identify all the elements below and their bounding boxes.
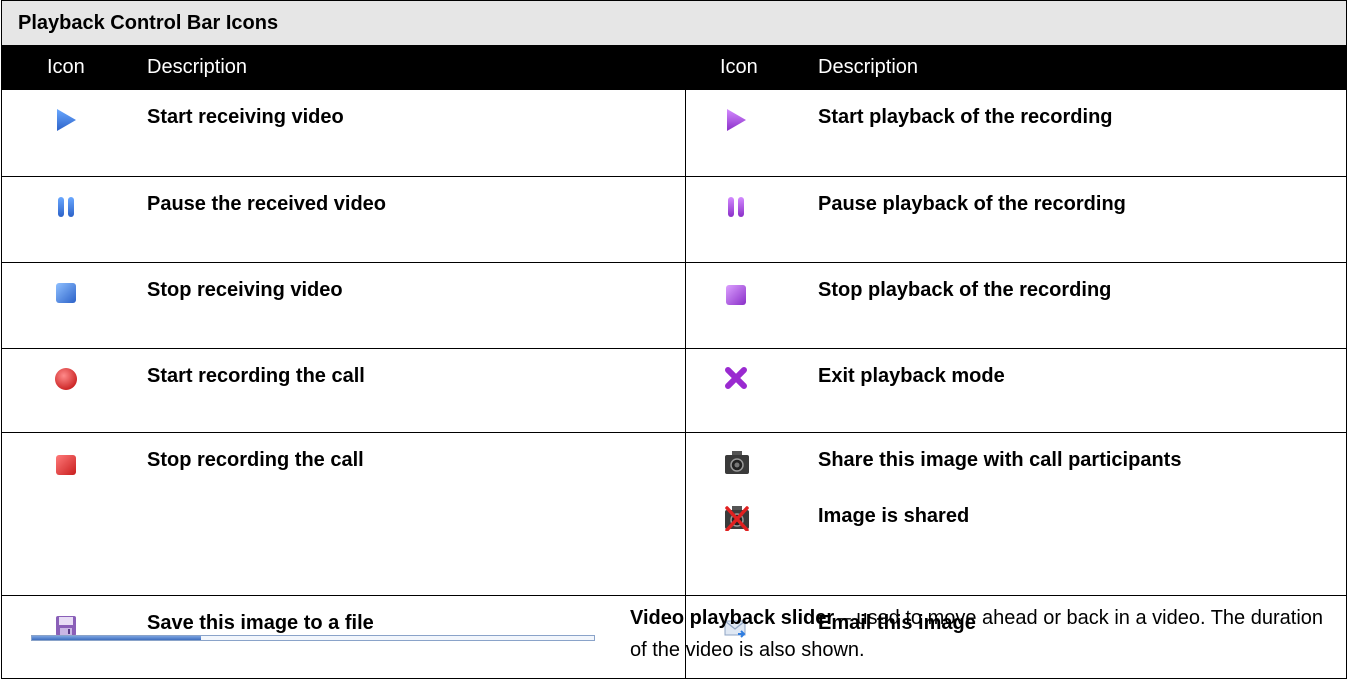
- record-icon: [54, 367, 78, 391]
- row-description-left: Stop recording the call: [147, 449, 364, 471]
- header-description-right: Description: [818, 56, 919, 78]
- camera-shared-icon: [724, 505, 750, 531]
- row-description-right: Stop playback of the recording: [818, 279, 1112, 301]
- slider-label: Video playback slider: [630, 607, 835, 629]
- table-header-row: Icon Description Icon Description: [2, 46, 1346, 90]
- row-description-right: Start playback of the recording: [818, 106, 1113, 128]
- slider-progress-fill: [32, 636, 201, 640]
- row-description-left: Pause the received video: [147, 193, 387, 215]
- stop-blue-icon: [54, 281, 78, 305]
- icon-table: Playback Control Bar Icons Icon Descript…: [1, 0, 1347, 679]
- column-divider: [685, 177, 686, 262]
- play-purple-icon: [724, 108, 748, 132]
- row-description-right: Pause playback of the recording: [818, 193, 1126, 215]
- slider-description: Video playback slider – used to move ahe…: [630, 602, 1330, 666]
- pause-blue-icon: [54, 195, 78, 219]
- table-row: Start recording the call Exit playback m…: [2, 349, 1346, 433]
- column-divider: [685, 263, 686, 348]
- table-title: Playback Control Bar Icons: [18, 11, 279, 34]
- table-row: Pause the received video Pause playback …: [2, 177, 1346, 263]
- column-divider: [685, 433, 686, 595]
- stop-recording-icon: [54, 453, 78, 477]
- table-row: Stop recording the call Share this image…: [2, 433, 1346, 596]
- row-description-left: Start recording the call: [147, 365, 365, 387]
- stop-purple-icon: [724, 283, 748, 307]
- camera-share-icon: [724, 450, 750, 476]
- row-description-right: Share this image with call participants: [818, 449, 1182, 471]
- table-row: Stop receiving video Stop playback of th…: [2, 263, 1346, 349]
- row-description-right: Exit playback mode: [818, 365, 1005, 387]
- column-divider: [685, 349, 686, 432]
- video-playback-slider[interactable]: [31, 635, 595, 641]
- row-description-left: Start receiving video: [147, 106, 344, 128]
- header-description-left: Description: [147, 56, 248, 78]
- table-row: Start receiving video Start playback of …: [2, 90, 1346, 177]
- pause-purple-icon: [724, 195, 748, 219]
- table-title-row: Playback Control Bar Icons: [2, 1, 1346, 46]
- header-icon-left: Icon: [47, 56, 85, 78]
- header-icon-right: Icon: [720, 56, 758, 78]
- row-description-right-secondary: Image is shared: [818, 505, 970, 527]
- row-description-left: Stop receiving video: [147, 279, 343, 301]
- column-divider: [685, 90, 686, 176]
- play-blue-icon: [54, 108, 78, 132]
- slider-row: Video playback slider – used to move ahe…: [2, 594, 1346, 678]
- exit-x-icon: [724, 366, 748, 390]
